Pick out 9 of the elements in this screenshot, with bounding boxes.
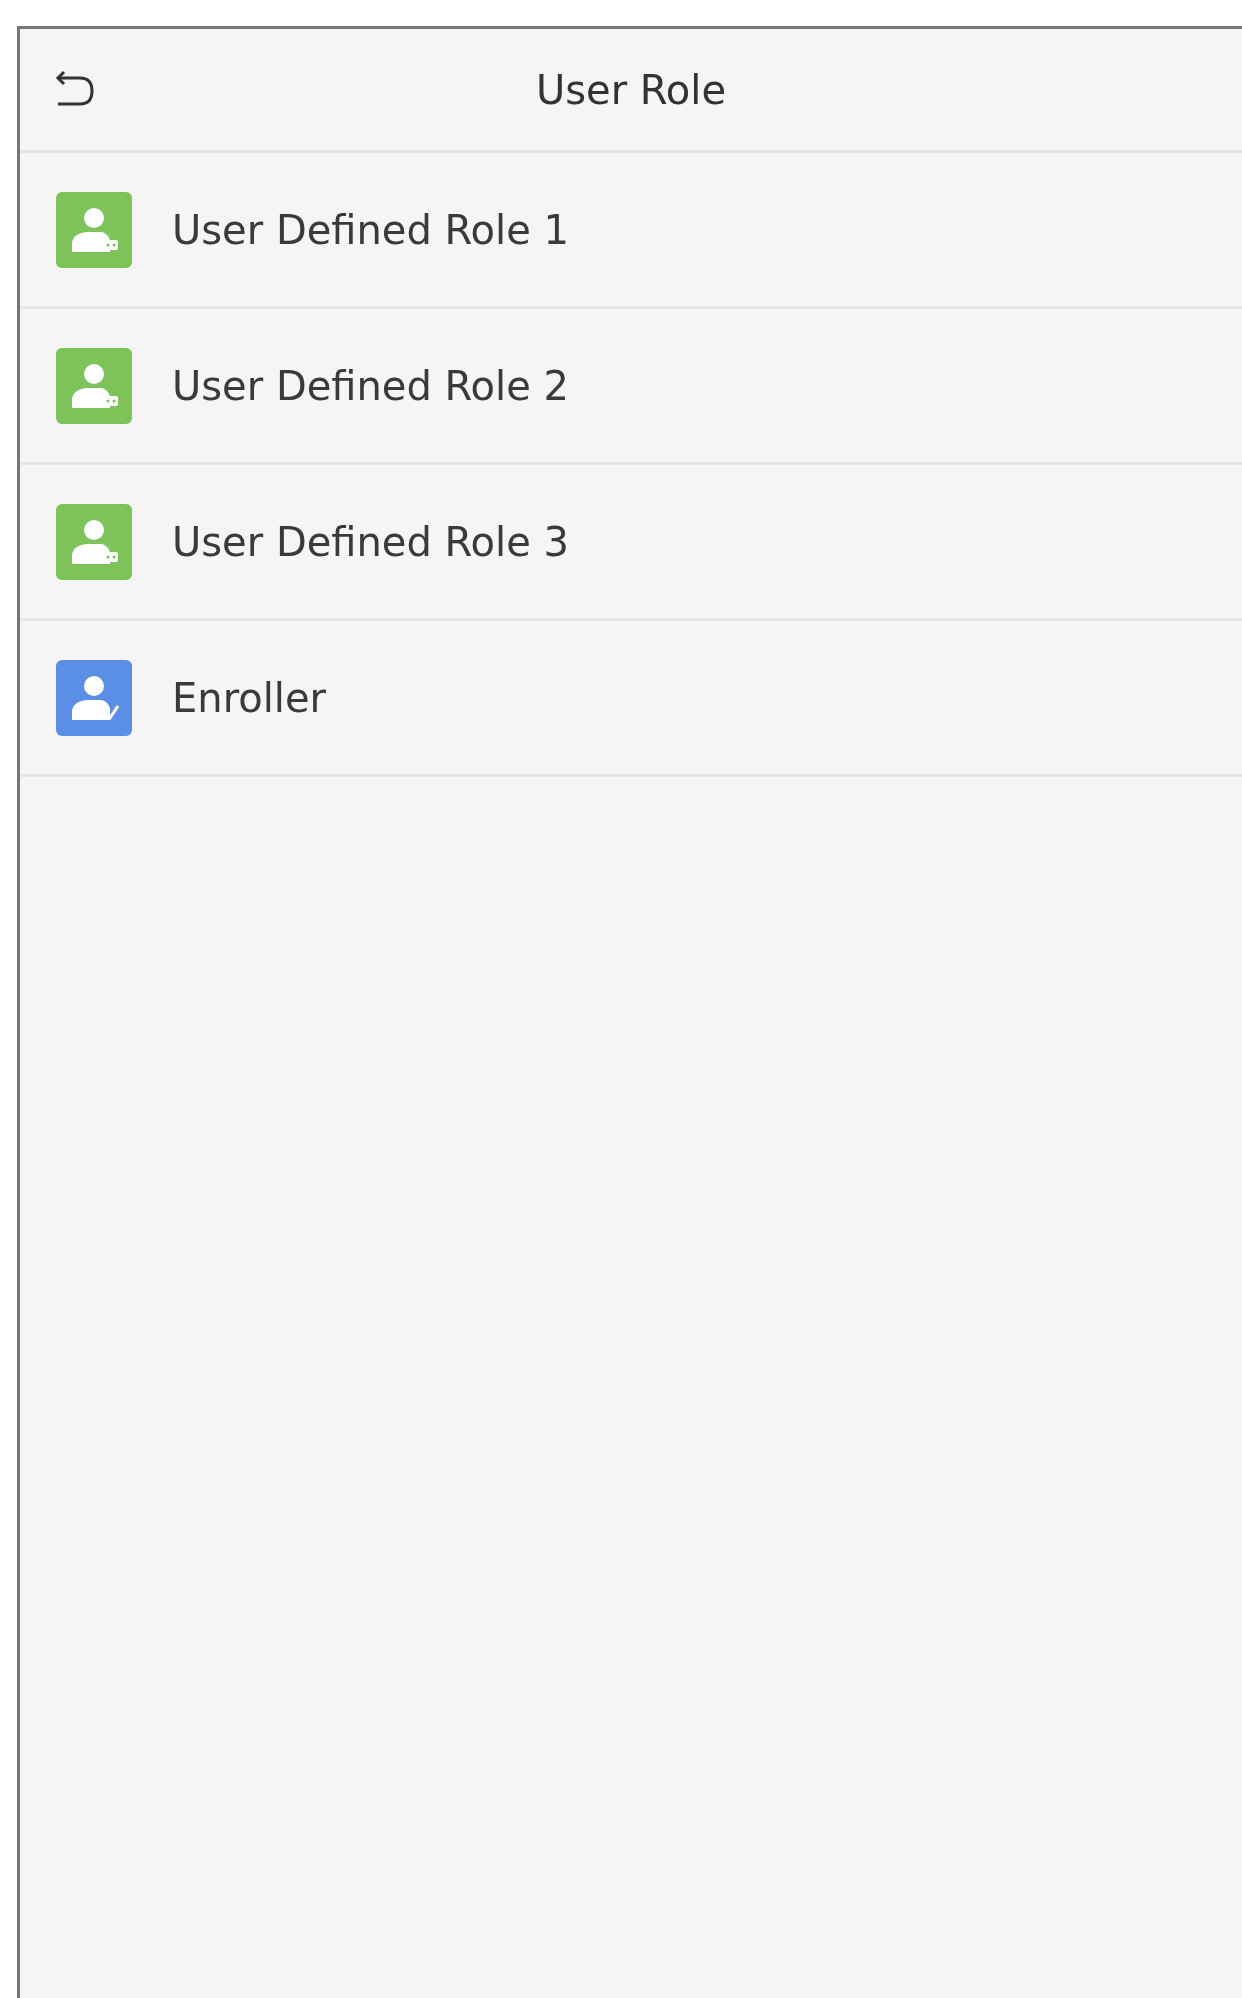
role-label: User Defined Role 1 bbox=[172, 206, 569, 253]
role-list-item[interactable]: User Defined Role 3 bbox=[20, 465, 1242, 621]
role-list-item[interactable]: User Defined Role 1 bbox=[20, 153, 1242, 309]
role-label: User Defined Role 3 bbox=[172, 518, 569, 565]
role-list-item[interactable]: Enroller bbox=[20, 621, 1242, 777]
screen-title: User Role bbox=[534, 66, 728, 113]
role-label: User Defined Role 2 bbox=[172, 362, 569, 409]
role-label: Enroller bbox=[172, 674, 326, 721]
role-list-item[interactable]: User Defined Role 2 bbox=[20, 309, 1242, 465]
